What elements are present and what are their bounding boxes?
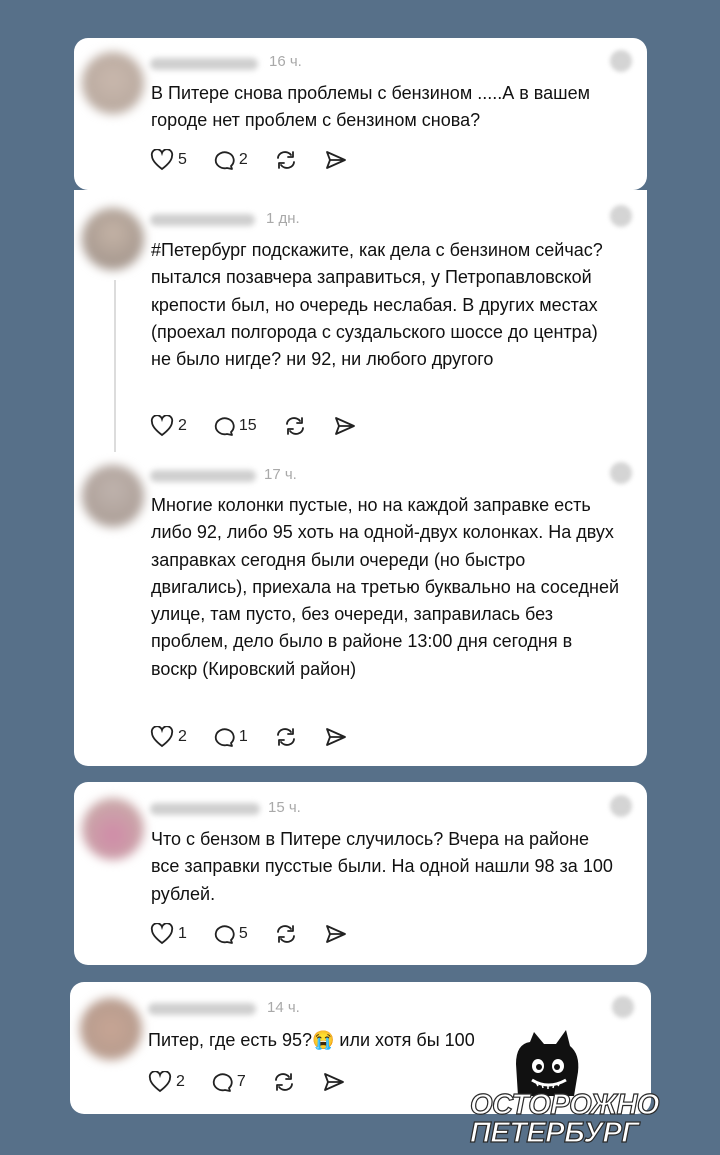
comment-icon [212, 1073, 233, 1092]
username[interactable] [150, 803, 260, 815]
share-icon [323, 1073, 344, 1091]
comment-icon [214, 925, 235, 944]
heart-icon [150, 726, 174, 748]
more-icon[interactable] [610, 795, 632, 817]
like-button[interactable]: 2 [150, 726, 187, 748]
share-button[interactable] [333, 415, 357, 437]
repost-button[interactable] [272, 1071, 296, 1093]
heart-icon [150, 923, 174, 945]
more-icon[interactable] [612, 996, 634, 1018]
watermark-line-1: ОСТОРОЖНО [469, 1089, 660, 1121]
share-icon [325, 728, 346, 746]
reply-count: 2 [238, 151, 248, 168]
username[interactable] [150, 214, 255, 226]
post-text: Питер, где есть 95?😭 или хотя бы 100 [148, 1030, 475, 1050]
repost-button[interactable] [274, 149, 298, 171]
share-icon [325, 151, 346, 169]
heart-icon [150, 149, 174, 171]
post-actions: 1 5 [150, 921, 348, 947]
reply-button[interactable]: 1 [211, 726, 248, 748]
repost-icon [274, 1073, 293, 1091]
reply-count: 15 [238, 417, 257, 434]
post-time: 16 ч. [269, 53, 302, 70]
share-button[interactable] [324, 726, 348, 748]
avatar[interactable] [80, 998, 142, 1060]
comment-icon [214, 417, 235, 436]
avatar[interactable] [82, 798, 144, 860]
reply-button[interactable]: 2 [211, 149, 248, 171]
repost-icon [285, 417, 304, 435]
username[interactable] [150, 58, 258, 70]
like-count: 1 [178, 925, 187, 942]
like-count: 2 [178, 417, 187, 434]
comment-icon [214, 728, 235, 747]
share-button[interactable] [324, 923, 348, 945]
repost-button[interactable] [283, 415, 307, 437]
repost-icon [276, 925, 295, 943]
avatar[interactable] [82, 52, 144, 114]
share-icon [325, 925, 346, 943]
post-actions: 2 1 [150, 724, 348, 750]
share-icon [334, 417, 355, 435]
post-text: Что с бензом в Питере случилось? Вчера н… [151, 829, 613, 904]
reply-button[interactable]: 15 [211, 415, 257, 437]
more-icon[interactable] [610, 50, 632, 72]
more-icon[interactable] [610, 462, 632, 484]
comment-icon [214, 151, 235, 170]
reply-count: 5 [238, 925, 248, 942]
thread-line [114, 280, 116, 452]
heart-icon [148, 1071, 172, 1093]
like-button[interactable]: 5 [150, 149, 187, 171]
repost-button[interactable] [274, 923, 298, 945]
heart-icon [150, 415, 174, 437]
username[interactable] [148, 1003, 256, 1015]
repost-icon [276, 728, 295, 746]
like-button[interactable]: 2 [150, 415, 187, 437]
repost-icon [276, 151, 295, 169]
post-time: 15 ч. [268, 799, 301, 816]
more-icon[interactable] [610, 205, 632, 227]
like-count: 2 [178, 728, 187, 745]
post-text: Многие колонки пустые, но на каждой запр… [151, 495, 620, 679]
avatar[interactable] [82, 465, 144, 527]
post-text: В Питере снова проблемы с бензином .....… [151, 83, 590, 131]
post-actions: 2 7 [148, 1069, 346, 1095]
share-button[interactable] [322, 1071, 346, 1093]
cat-mascot-icon [516, 1030, 579, 1096]
reply-button[interactable]: 5 [211, 923, 248, 945]
reply-count: 1 [238, 728, 248, 745]
avatar[interactable] [82, 208, 144, 270]
post-text: #Петербург подскажите, как дела с бензин… [151, 240, 603, 370]
reply-button[interactable]: 7 [209, 1071, 246, 1093]
post-time: 1 дн. [266, 210, 300, 227]
share-button[interactable] [324, 149, 348, 171]
post-time: 14 ч. [267, 999, 300, 1016]
watermark-line-2: ПЕТЕРБУРГ [469, 1117, 639, 1149]
repost-button[interactable] [274, 726, 298, 748]
like-button[interactable]: 2 [148, 1071, 185, 1093]
reply-count: 7 [236, 1073, 246, 1090]
username[interactable] [150, 470, 256, 482]
like-count: 5 [178, 151, 187, 168]
post-actions: 5 2 [150, 147, 348, 173]
like-button[interactable]: 1 [150, 923, 187, 945]
post-time: 17 ч. [264, 466, 297, 483]
like-count: 2 [176, 1073, 185, 1090]
post-actions: 2 15 [150, 413, 357, 439]
watermark-logo: ОСТОРОЖНО ПЕТЕРБУРГ [469, 1030, 670, 1150]
